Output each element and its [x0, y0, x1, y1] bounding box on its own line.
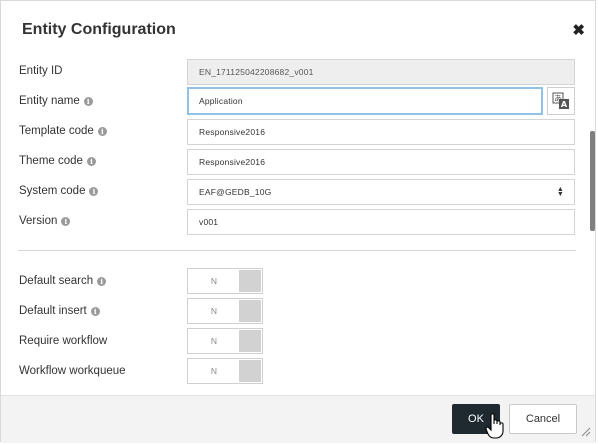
- info-icon[interactable]: i: [90, 306, 100, 316]
- toggle-value: N: [210, 276, 218, 286]
- default-search-label: Default search i: [19, 275, 107, 287]
- info-icon[interactable]: i: [83, 96, 93, 106]
- translate-icon: あ A: [552, 92, 569, 109]
- default-search-toggle[interactable]: N: [187, 268, 263, 294]
- translate-button[interactable]: あ A: [547, 87, 575, 115]
- require-workflow-label: Require workflow: [19, 335, 108, 347]
- system-code-value: EAF@GEDB_10G: [199, 187, 272, 197]
- divider: [18, 250, 576, 251]
- entity-configuration-dialog: Entity Configuration ✖ Entity ID EN_1711…: [0, 0, 596, 443]
- entity-name-input[interactable]: Application: [187, 87, 543, 115]
- entity-id-field: EN_171125042208682_v001: [187, 59, 575, 85]
- toggle-knob: [239, 360, 261, 382]
- entity-name-label: Entity name i: [19, 95, 93, 107]
- toggle-knob: [239, 330, 261, 352]
- require-workflow-toggle[interactable]: N: [187, 328, 263, 354]
- scrollbar[interactable]: [590, 131, 595, 231]
- workflow-workqueue-toggle[interactable]: N: [187, 358, 263, 384]
- version-label: Version i: [19, 215, 71, 227]
- default-insert-label: Default insert i: [19, 305, 100, 317]
- toggle-knob: [239, 270, 261, 292]
- dialog-footer: [1, 395, 595, 443]
- toggle-value: N: [210, 336, 218, 346]
- system-code-label: System code i: [19, 185, 99, 197]
- info-icon[interactable]: i: [97, 126, 107, 136]
- entity-id-label: Entity ID: [19, 65, 63, 77]
- system-code-select[interactable]: EAF@GEDB_10G ▲ ▼: [187, 179, 575, 205]
- dialog-title: Entity Configuration: [22, 21, 176, 38]
- default-insert-toggle[interactable]: N: [187, 298, 263, 324]
- theme-code-input[interactable]: Responsive2016: [187, 149, 575, 175]
- toggle-knob: [239, 300, 261, 322]
- svg-text:A: A: [561, 100, 568, 109]
- workflow-workqueue-label: Workflow workqueue: [19, 365, 126, 377]
- cancel-button[interactable]: Cancel: [509, 404, 577, 434]
- resize-grip-icon[interactable]: [581, 427, 591, 437]
- toggle-value: N: [210, 306, 218, 316]
- theme-code-label: Theme code i: [19, 155, 96, 167]
- info-icon[interactable]: i: [61, 216, 71, 226]
- version-input[interactable]: v001: [187, 209, 575, 235]
- template-code-label: Template code i: [19, 125, 107, 137]
- close-icon[interactable]: ✖: [572, 21, 585, 39]
- hand-cursor-icon: [485, 413, 504, 439]
- select-arrows-icon: ▲ ▼: [556, 186, 564, 198]
- info-icon[interactable]: i: [97, 276, 107, 286]
- template-code-input[interactable]: Responsive2016: [187, 119, 575, 145]
- info-icon[interactable]: i: [86, 156, 96, 166]
- toggle-value: N: [210, 366, 218, 376]
- info-icon[interactable]: i: [89, 186, 99, 196]
